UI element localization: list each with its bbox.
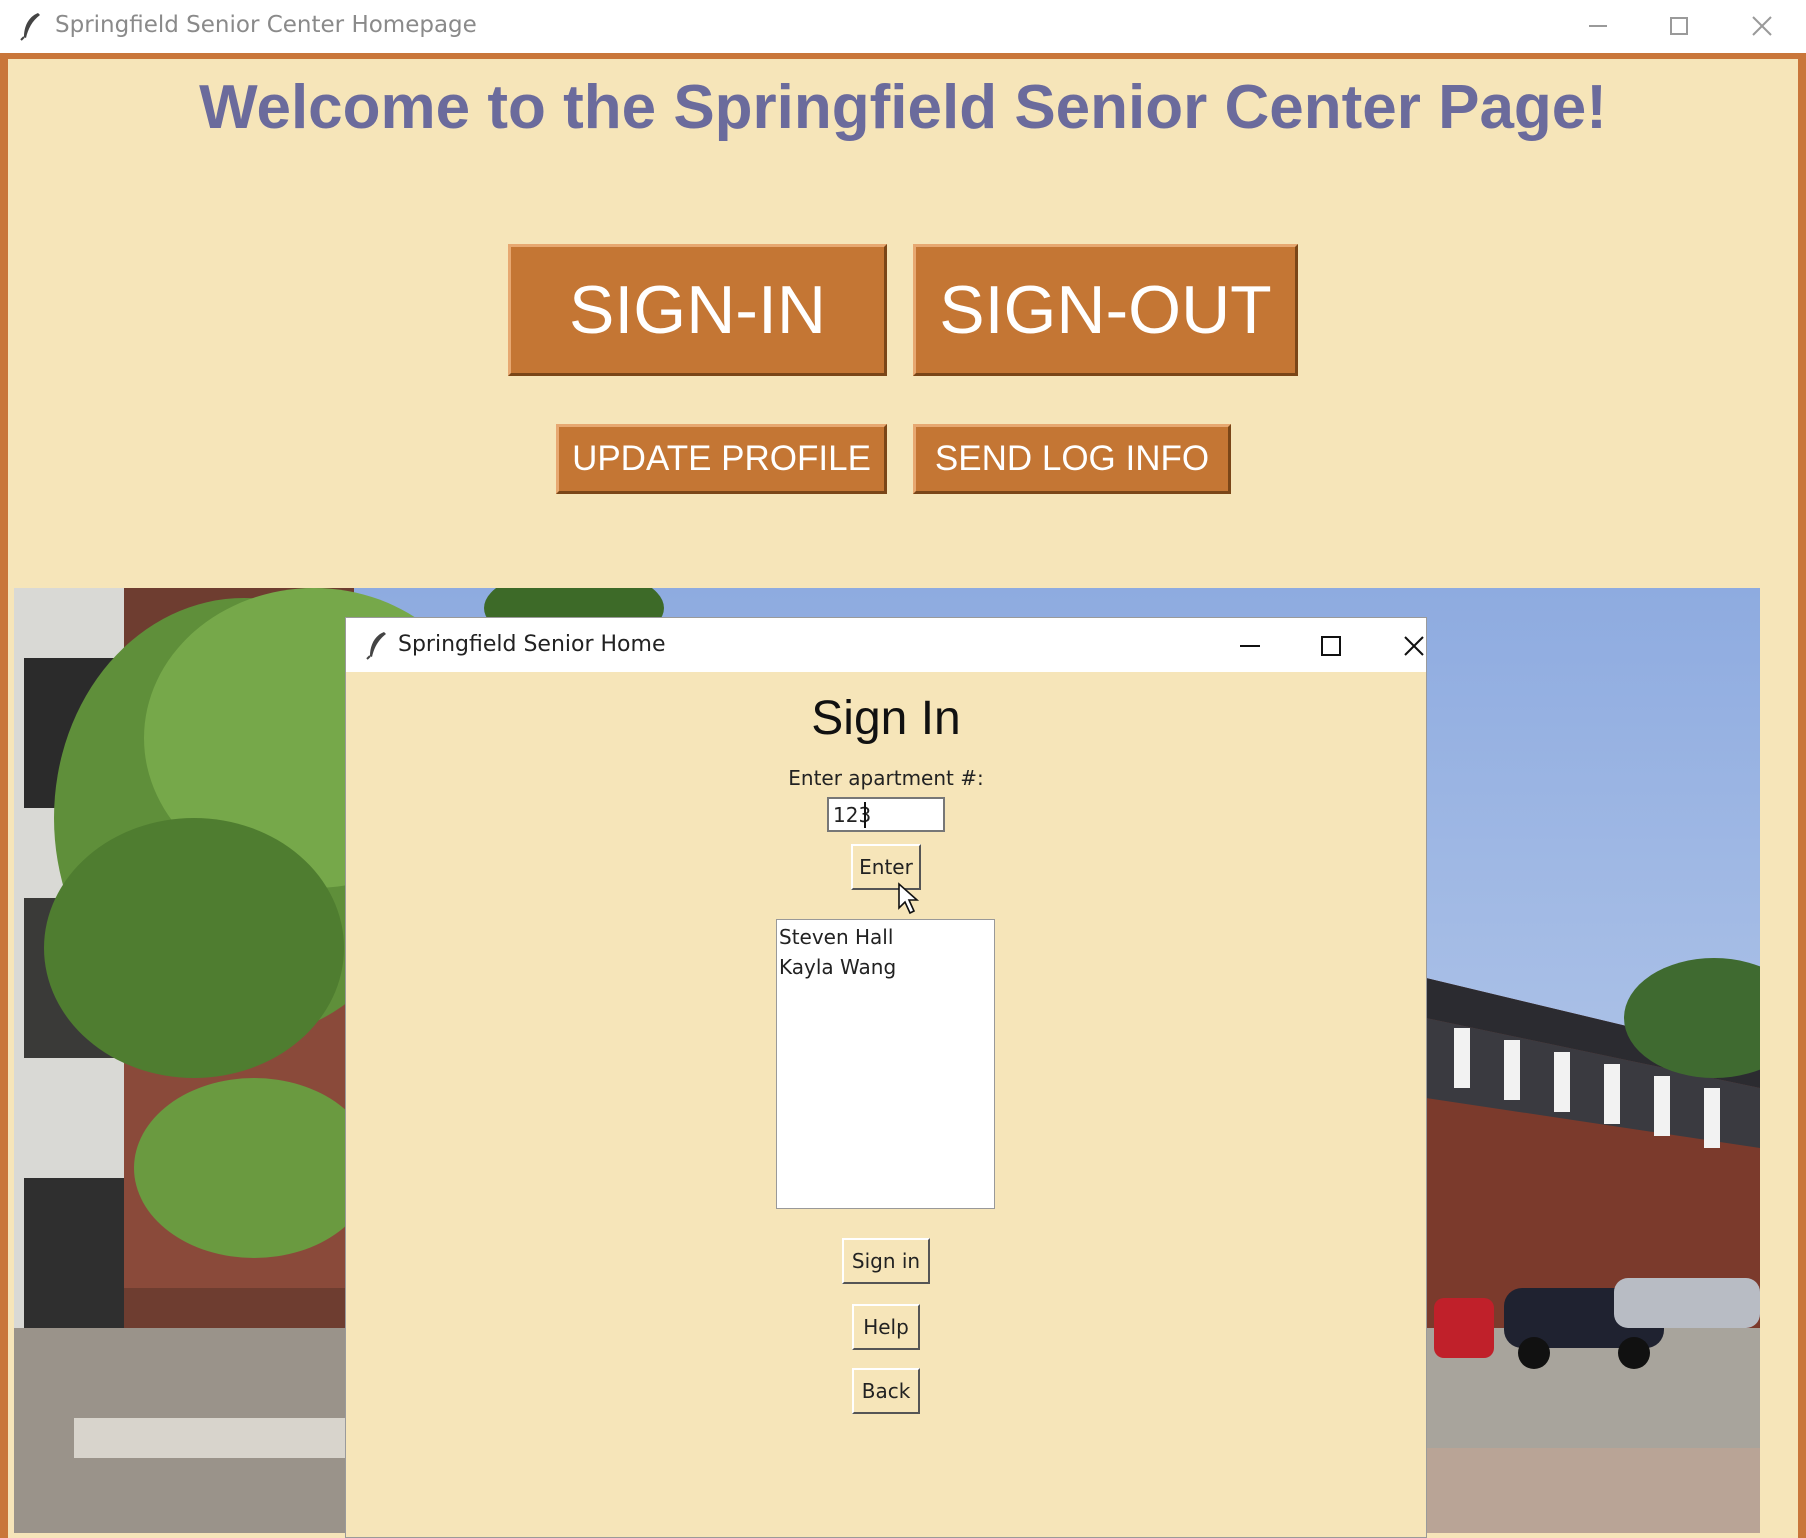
update-profile-button[interactable]: UPDATE PROFILE — [556, 424, 887, 494]
feather-icon — [18, 11, 44, 41]
minimize-button[interactable] — [1568, 6, 1628, 46]
help-button[interactable]: Help — [852, 1304, 920, 1350]
sign-in-button[interactable]: SIGN-IN — [508, 244, 887, 376]
sign-in-submit-button[interactable]: Sign in — [842, 1238, 930, 1284]
dialog-close-button[interactable] — [1384, 626, 1444, 666]
text-caret — [864, 802, 866, 828]
apartment-input[interactable] — [827, 797, 945, 832]
dialog-maximize-button[interactable] — [1301, 626, 1361, 666]
list-item[interactable]: Steven Hall — [779, 922, 992, 952]
feather-icon — [364, 630, 390, 660]
minimize-icon — [1240, 645, 1260, 647]
maximize-icon — [1670, 17, 1688, 35]
close-icon — [1404, 636, 1424, 656]
apartment-label: Enter apartment #: — [788, 766, 984, 790]
main-window-titlebar: Springfield Senior Center Homepage — [0, 0, 1806, 54]
back-button[interactable]: Back — [852, 1368, 920, 1414]
dialog-titlebar: Springfield Senior Home — [346, 618, 1426, 672]
sign-out-button[interactable]: SIGN-OUT — [913, 244, 1298, 376]
welcome-heading: Welcome to the Springfield Senior Center… — [199, 73, 1607, 142]
maximize-icon — [1321, 636, 1341, 656]
list-item[interactable]: Kayla Wang — [779, 952, 992, 982]
dialog-minimize-button[interactable] — [1220, 626, 1280, 666]
mouse-cursor-icon — [897, 882, 921, 920]
send-log-info-button[interactable]: SEND LOG INFO — [913, 424, 1231, 494]
close-button[interactable] — [1732, 6, 1792, 46]
sign-in-dialog: Springfield Senior Home Sign In Enter ap… — [345, 617, 1427, 1538]
residents-listbox[interactable]: Steven Hall Kayla Wang — [776, 919, 995, 1209]
dialog-title: Springfield Senior Home — [398, 632, 666, 657]
sign-in-heading: Sign In — [811, 692, 961, 745]
minimize-icon — [1589, 25, 1607, 27]
main-window-title: Springfield Senior Center Homepage — [55, 12, 477, 38]
maximize-button[interactable] — [1649, 6, 1709, 46]
close-icon — [1752, 16, 1772, 36]
